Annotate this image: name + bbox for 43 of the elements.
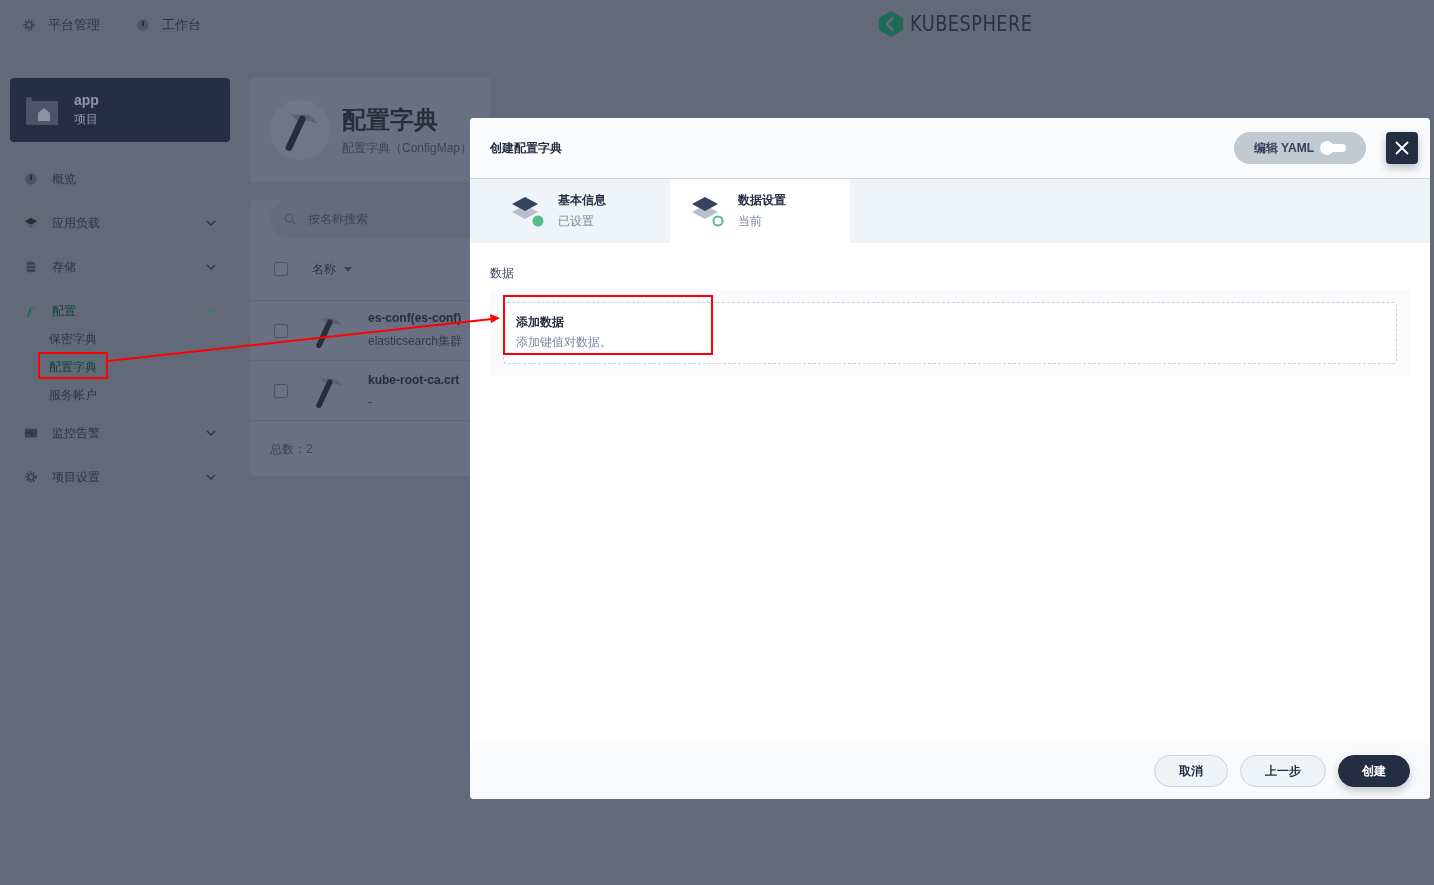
column-header[interactable]: 名称: [312, 260, 336, 278]
configmap-description: -: [368, 394, 373, 409]
configmap-name[interactable]: kube-root-ca.crt: [368, 372, 460, 387]
secondary-button[interactable]: 取消: [1154, 755, 1228, 787]
page-title: 配置字典: [342, 104, 439, 135]
database-icon: [24, 260, 38, 274]
project-card[interactable]: app 项目: [10, 78, 230, 142]
chevron-icon: [206, 308, 216, 314]
logo-icon: [878, 10, 904, 38]
create-button[interactable]: 创建: [1338, 755, 1410, 787]
section-label: 数据: [490, 265, 515, 282]
chevron-icon: [206, 264, 216, 270]
yaml-toggle[interactable]: 编辑 YAML: [1233, 132, 1366, 164]
pulse-icon: [24, 426, 38, 440]
gear-icon: [22, 18, 36, 32]
gauge-icon: [24, 172, 38, 186]
sidebar-item[interactable]: 配置: [10, 289, 230, 333]
secondary-button[interactable]: 上一步: [1240, 755, 1326, 787]
step-tab[interactable]: 基本信息 已设置: [470, 179, 670, 243]
project-name: app: [74, 92, 99, 108]
project-icon: [26, 95, 58, 125]
highlight-box: [38, 352, 108, 379]
add-data-card[interactable]: 添加数据 添加键值对数据。: [503, 302, 1397, 364]
project-type: 项目: [74, 111, 99, 128]
gauge-icon: [136, 18, 150, 32]
search-icon: [284, 213, 296, 225]
checkbox[interactable]: [274, 323, 288, 338]
sort-icon: [344, 266, 352, 272]
chevron-icon: [206, 430, 216, 436]
hammer-icon: [24, 304, 38, 318]
sidebar-subitem[interactable]: 配置字典: [49, 358, 97, 376]
chevron-icon: [206, 220, 216, 226]
close-icon: [1394, 140, 1410, 156]
modal-title: 创建配置字典: [490, 139, 563, 157]
close-button[interactable]: [1386, 132, 1418, 164]
layers-icon: [24, 216, 38, 230]
chevron-icon: [206, 474, 216, 480]
logo-text: KUBESPHERE: [910, 12, 1033, 36]
checkbox[interactable]: [274, 383, 288, 398]
step-tab[interactable]: 数据设置 当前: [670, 179, 850, 243]
checkbox[interactable]: [274, 262, 288, 276]
configmap-name[interactable]: es-conf(es-conf): [368, 311, 463, 325]
gear-icon: [24, 470, 38, 484]
